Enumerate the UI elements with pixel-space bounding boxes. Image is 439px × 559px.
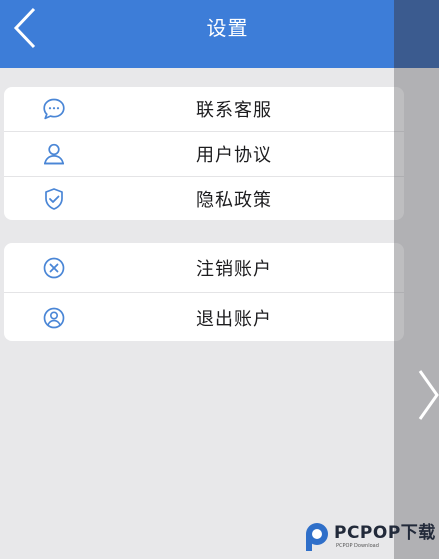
menu-item-user-agreement[interactable]: 用户协议 bbox=[4, 131, 404, 176]
menu-item-label: 用户协议 bbox=[196, 145, 272, 166]
menu-item-label: 退出账户 bbox=[196, 308, 272, 330]
watermark-text: PCPOP下载 bbox=[334, 523, 436, 543]
page-title: 设置 bbox=[206, 16, 249, 40]
menu-item-contact-support[interactable]: 联系客服 bbox=[4, 87, 404, 131]
menu-item-label: 联系客服 bbox=[196, 100, 272, 121]
chevron-right-icon[interactable] bbox=[416, 368, 439, 422]
pcpop-logo-icon bbox=[306, 523, 328, 551]
menu-item-logout[interactable]: 退出账户 bbox=[4, 292, 404, 341]
settings-group-info: 联系客服 用户协议 隐私政策 bbox=[4, 87, 404, 220]
menu-item-delete-account[interactable]: 注销账户 bbox=[4, 243, 404, 292]
watermark: PCPOP下载 PCPOP Download bbox=[304, 520, 436, 554]
watermark-subtext: PCPOP Download bbox=[336, 543, 379, 549]
header-bar: 设置 bbox=[0, 0, 439, 68]
side-drawer-shade[interactable] bbox=[394, 0, 439, 559]
menu-item-label: 注销账户 bbox=[196, 258, 272, 280]
settings-group-account: 注销账户 退出账户 bbox=[4, 243, 404, 341]
menu-item-label: 隐私政策 bbox=[196, 190, 272, 211]
menu-item-privacy-policy[interactable]: 隐私政策 bbox=[4, 176, 404, 220]
side-drawer-header-shade bbox=[394, 0, 439, 68]
